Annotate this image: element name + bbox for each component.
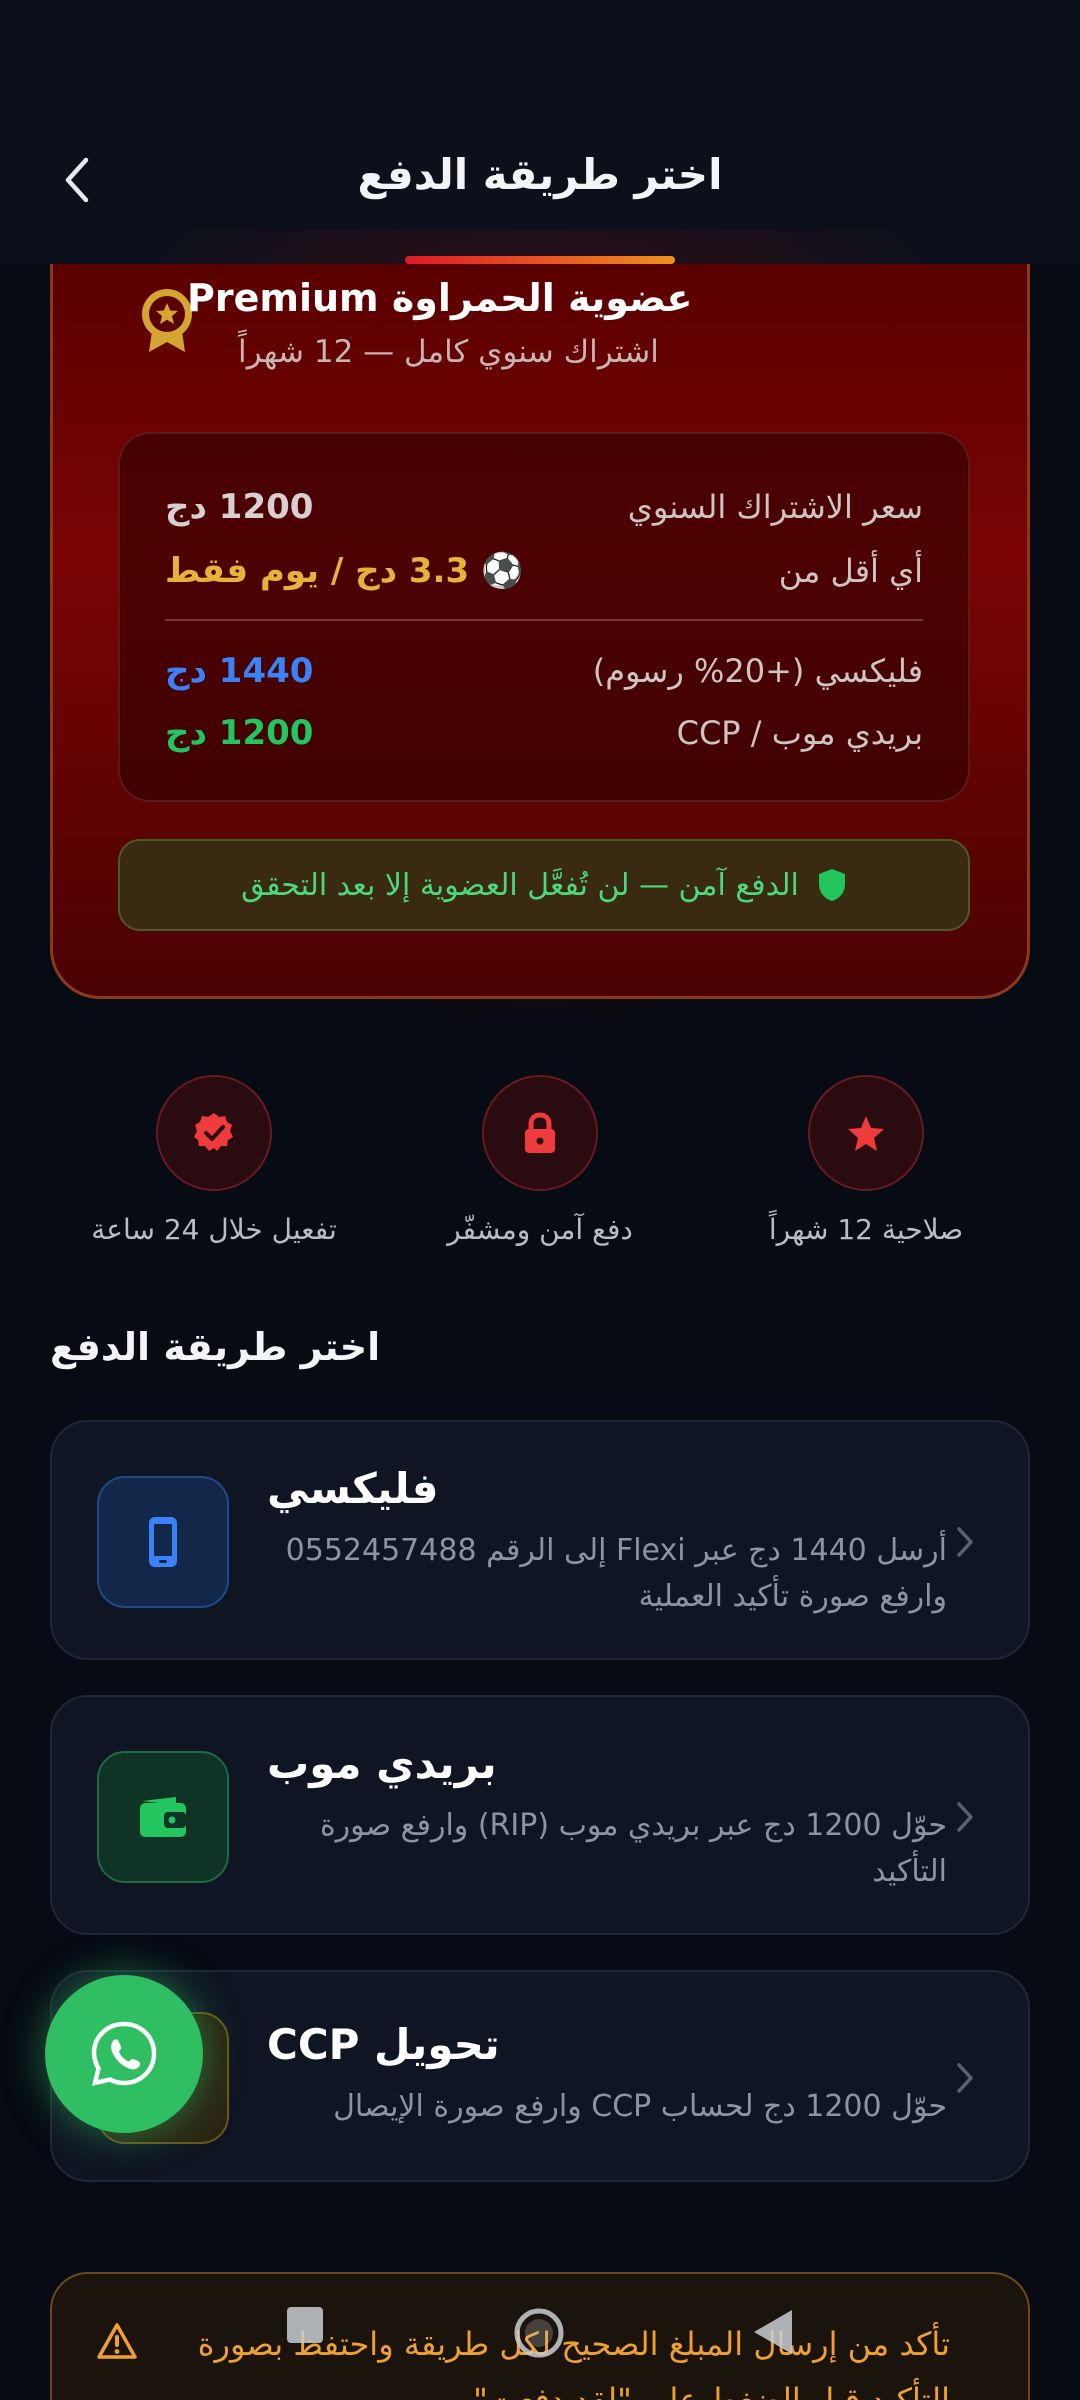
feature-icon-circle	[482, 1075, 598, 1191]
price-label: بريدي موب / CCP	[676, 714, 923, 752]
divider	[165, 619, 923, 621]
nav-home-button[interactable]	[512, 2306, 566, 2364]
feature-label: صلاحية 12 شهراً	[768, 1213, 964, 1246]
method-title: فليكسي	[267, 1464, 439, 1513]
price-row-baridi-ccp: 1200 دج بريدي موب / CCP	[165, 708, 923, 758]
page-title: اختر طريقة الدفع	[357, 150, 723, 199]
feature-validity: صلاحية 12 شهراً	[716, 1075, 1016, 1246]
section-title: اختر طريقة الدفع	[50, 1325, 381, 1369]
chevron-right-icon	[950, 1522, 980, 1562]
whatsapp-button[interactable]	[45, 1975, 203, 2133]
lock-icon	[525, 1112, 555, 1153]
price-label: فليكسي (+20% رسوم)	[592, 652, 923, 690]
phone-icon	[149, 1517, 177, 1567]
verified-badge-icon	[194, 1113, 233, 1151]
method-description: حوّل 1200 دج لحساب CCP وارفع صورة الإيصا…	[333, 2089, 947, 2124]
membership-title: عضوية الحمراوة Premium	[187, 276, 693, 320]
triangle-back-icon	[754, 2310, 792, 2354]
payment-method-flexi[interactable]: فليكسي أرسل 1440 دج عبر Flexi إلى الرقم …	[50, 1420, 1030, 1660]
method-title: بريدي موب	[267, 1739, 497, 1788]
star-icon	[848, 1116, 884, 1151]
feature-label: تفعيل خلال 24 ساعة	[91, 1213, 337, 1246]
secure-payment-note: الدفع آمن — لن تُفعَّل العضوية إلا بعد ا…	[118, 839, 970, 931]
feature-label: دفع آمن ومشفّر	[447, 1213, 633, 1246]
price-label: سعر الاشتراك السنوي	[627, 488, 923, 526]
nav-recents-button[interactable]	[285, 2305, 325, 2349]
method-icon	[97, 1476, 229, 1608]
warning-icon	[96, 2322, 138, 2364]
method-description: أرسل 1440 دج عبر Flexi إلى الرقم 0552457…	[285, 1533, 947, 1614]
secure-note-text: الدفع آمن — لن تُفعَّل العضوية إلا بعد ا…	[241, 867, 799, 903]
chevron-right-icon	[950, 2058, 980, 2098]
price-value: 1440 دج	[165, 651, 314, 691]
membership-subtitle: اشتراك سنوي كامل — 12 شهراً	[238, 334, 659, 370]
top-app-bar: اختر طريقة الدفع	[0, 0, 1080, 264]
price-row-daily: ⚽ 3.3 دج / يوم فقط أي أقل من	[165, 546, 923, 596]
circle-icon	[514, 2308, 564, 2358]
feature-icon-circle	[808, 1075, 924, 1191]
shield-icon	[818, 869, 845, 901]
whatsapp-icon	[91, 2021, 157, 2087]
price-row-annual: 1200 دج سعر الاشتراك السنوي	[165, 482, 923, 532]
method-icon	[97, 1751, 229, 1883]
method-description: حوّل 1200 دج عبر بريدي موب (RIP) وارفع ص…	[319, 1808, 947, 1889]
price-row-flexi: 1440 دج فليكسي (+20% رسوم)	[165, 646, 923, 696]
chevron-right-icon	[950, 1797, 980, 1837]
feature-secure: دفع آمن ومشفّر	[390, 1075, 690, 1246]
payment-method-baridimob[interactable]: بريدي موب حوّل 1200 دج عبر بريدي موب (RI…	[50, 1695, 1030, 1935]
nav-back-button[interactable]	[752, 2308, 794, 2360]
price-label: أي أقل من	[778, 552, 923, 590]
method-title: تحويل CCP	[267, 2020, 500, 2069]
feature-activation: تفعيل خلال 24 ساعة	[64, 1075, 364, 1246]
price-breakdown: 1200 دج سعر الاشتراك السنوي ⚽ 3.3 دج / ي…	[118, 432, 970, 802]
membership-card: عضوية الحمراوة Premium اشتراك سنوي كامل …	[50, 264, 1030, 999]
square-icon	[287, 2307, 323, 2343]
feature-icon-circle	[156, 1075, 272, 1191]
price-value: 1200 دج	[165, 713, 314, 753]
price-value: 1200 دج	[165, 487, 314, 527]
wallet-icon	[140, 1797, 186, 1837]
price-value: ⚽ 3.3 دج / يوم فقط	[165, 551, 524, 591]
